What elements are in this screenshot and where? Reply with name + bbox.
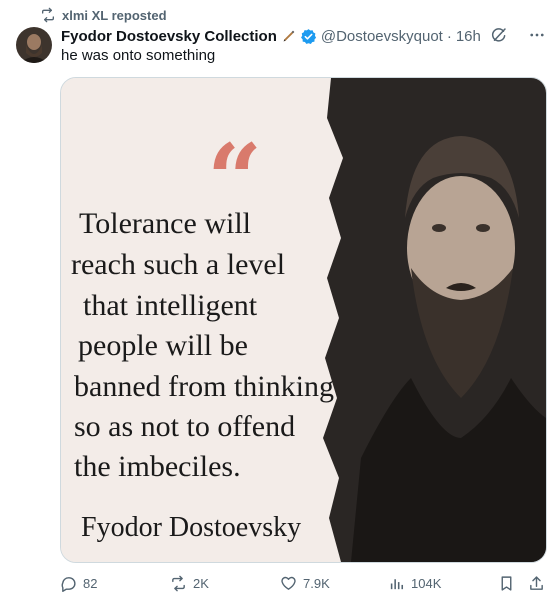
- views-button[interactable]: 104K: [388, 575, 441, 592]
- like-button[interactable]: 7.9K: [280, 575, 330, 592]
- repost-indicator[interactable]: xlmi XL reposted: [40, 7, 167, 23]
- quote-line: Tolerance will: [79, 207, 251, 240]
- quote-line: so as not to offend: [74, 410, 296, 443]
- avatar[interactable]: [16, 27, 52, 63]
- reply-button[interactable]: 82: [60, 575, 97, 592]
- reply-count: 82: [83, 575, 98, 591]
- quote-line: reach such a level: [71, 248, 286, 281]
- repost-button[interactable]: 2K: [170, 575, 209, 592]
- bookmark-icon: [498, 575, 515, 592]
- share-icon: [528, 575, 545, 592]
- bookmark-button[interactable]: [498, 575, 515, 592]
- share-button[interactable]: [528, 575, 545, 592]
- tweet-media[interactable]: “ Tolerance will reach such a level that…: [60, 77, 547, 563]
- quote-line: people will be: [78, 329, 248, 362]
- views-icon: [388, 575, 405, 592]
- verified-badge-icon: [297, 28, 317, 45]
- repost-icon: [170, 575, 187, 592]
- repost-icon: [40, 7, 56, 23]
- tweet-text: he was onto something: [61, 47, 216, 64]
- repost-label: xlmi XL reposted: [62, 7, 167, 23]
- repost-count: 2K: [193, 575, 209, 591]
- quote-line: the imbeciles.: [74, 450, 241, 483]
- quote-line: banned from thinking: [74, 370, 334, 403]
- quote-line: that intelligent: [83, 289, 258, 322]
- quote-author: Fyodor Dostoevsky: [81, 512, 302, 543]
- post-time[interactable]: 16h: [456, 28, 481, 45]
- reply-icon: [60, 575, 77, 592]
- views-count: 104K: [411, 575, 442, 591]
- more-options-icon[interactable]: [528, 26, 546, 44]
- pencil-icon: [277, 28, 297, 44]
- like-count: 7.9K: [303, 575, 330, 591]
- action-bar: 82 2K 7.9K 104K: [60, 572, 548, 594]
- heart-icon: [280, 575, 297, 592]
- author-name[interactable]: Fyodor Dostoevsky Collection: [61, 28, 277, 45]
- separator-dot: ·: [446, 27, 452, 45]
- grok-icon[interactable]: [490, 26, 508, 44]
- author-handle[interactable]: @Dostoevskyquot: [321, 28, 443, 45]
